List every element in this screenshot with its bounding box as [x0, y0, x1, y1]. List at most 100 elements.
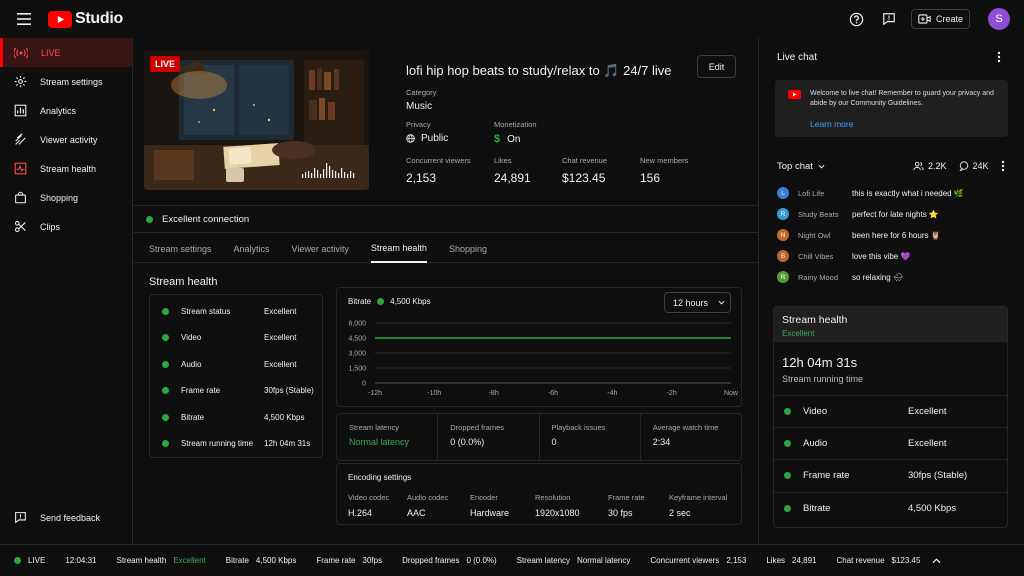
encoding-title: Encoding settings [348, 473, 412, 482]
bitrate-value: 4,500 Kbps [390, 297, 431, 306]
more-options-icon[interactable] [1001, 160, 1005, 172]
help-icon[interactable] [847, 9, 867, 29]
metric-value: 0 [551, 437, 557, 447]
shopping-icon [15, 191, 26, 204]
stream-summary: LIVE lofi hip hop beats to study/relax t… [134, 38, 758, 205]
chat-avatar: L [777, 187, 789, 199]
chat-avatar: N [777, 229, 789, 241]
chevron-up-icon[interactable] [932, 557, 941, 564]
chat-message: L Lofi Life this is exactly what i neede… [777, 187, 964, 199]
status-dot [784, 472, 791, 479]
metric-value: Normal latency [349, 437, 410, 447]
tab-shopping[interactable]: Shopping [449, 234, 487, 263]
create-button[interactable]: Create [910, 9, 970, 29]
more-options-icon[interactable] [997, 51, 1001, 65]
chat-avatar: B [777, 250, 789, 262]
stat-value: $123.45 [562, 171, 606, 185]
app-name: Studio [75, 10, 123, 27]
chat-author: Study Beats [798, 209, 839, 219]
studio-logo[interactable]: Studio [48, 10, 123, 28]
list-item: Video Excellent [774, 395, 1007, 427]
footer-item: Bitrate 4,500 Kbps [226, 556, 297, 565]
encoding-item: Frame rate 30 fps [608, 493, 645, 518]
status-dot [162, 413, 169, 421]
health-value: Excellent [908, 438, 947, 449]
sidebar: LIVE Stream settings Analytics Viewer ac… [0, 38, 133, 544]
time-range-value: 12 hours [673, 297, 709, 308]
gear-icon [14, 75, 27, 88]
health-value: 4,500 Kbps [908, 503, 957, 514]
list-item: Audio Excellent [774, 427, 1007, 459]
message-count-value: 24K [972, 161, 989, 171]
time-range-select[interactable]: 12 hours [664, 292, 731, 313]
tab-stream-health[interactable]: Stream health [370, 234, 427, 263]
footer-value: 2,153 [726, 556, 747, 565]
stat-value: 24,891 [494, 171, 531, 185]
dollar-icon: $ [494, 133, 501, 145]
footer-item: Chat revenue $123.45 [837, 556, 921, 565]
sidebar-item-shopping[interactable]: Shopping [0, 183, 132, 212]
sidebar-item-label: Stream settings [40, 76, 103, 87]
metric-value: 0 (0.0%) [450, 437, 485, 447]
top-chat-dropdown[interactable]: Top chat [777, 161, 825, 172]
status-dot [377, 298, 385, 305]
tab-analytics[interactable]: Analytics [234, 234, 270, 263]
list-item: Video Excellent [150, 325, 322, 352]
health-label: Bitrate [181, 412, 205, 422]
status-dot [162, 360, 169, 368]
health-value: Excellent [908, 406, 947, 417]
sidebar-item-live[interactable]: LIVE [0, 38, 132, 67]
stream-thumbnail[interactable]: LIVE [144, 50, 369, 190]
menu-icon[interactable] [14, 9, 34, 29]
status-dot [162, 334, 169, 342]
chat-bubble-icon [958, 161, 968, 171]
sidebar-item-label: Shopping [40, 192, 79, 203]
sidebar-item-stream-settings[interactable]: Stream settings [0, 67, 132, 96]
footer-live: LIVE [14, 556, 45, 565]
chat-avatar: R [777, 271, 789, 283]
sidebar-item-analytics[interactable]: Analytics [0, 96, 132, 125]
health-label: Bitrate [803, 503, 831, 514]
encoding-label: Frame rate [608, 493, 645, 502]
list-item: Audio Excellent [150, 351, 322, 378]
edit-button[interactable]: Edit [697, 55, 736, 78]
health-label: Stream status [181, 306, 231, 316]
feedback-icon [15, 512, 26, 524]
bitrate-chart: 6,000 4,500 3,000 1,500 0-12h -10h -8h -6h -4h -2… [348, 321, 738, 398]
footer-clock: 12:04:31 [65, 556, 96, 565]
status-dot [14, 557, 21, 564]
live-chat-title: Live chat [777, 52, 818, 63]
stat-label: New members [640, 156, 689, 165]
status-dot [784, 408, 791, 415]
chat-author: Lofi Life [798, 188, 825, 198]
learn-more-link[interactable]: Learn more [810, 119, 853, 129]
tab-stream-settings[interactable]: Stream settings [149, 234, 212, 263]
feedback-icon[interactable] [879, 9, 899, 29]
chat-message: B Chill Vibes love this vibe 💜 [777, 250, 910, 262]
bitrate-label: Bitrate [348, 297, 372, 306]
footer-item: Stream latency Normal latency [517, 556, 631, 565]
y-tick-label: 6,000 [348, 321, 366, 328]
sidebar-item-clips[interactable]: Clips [0, 212, 132, 241]
avatar[interactable]: S [988, 8, 1010, 30]
encoding-value: AAC [407, 508, 426, 518]
chat-text: love this vibe 💜 [852, 251, 911, 261]
encoding-label: Audio codec [407, 493, 449, 502]
status-footer: LIVE 12:04:31 Stream health Excellent Bit… [0, 544, 1024, 576]
tab-viewer-activity[interactable]: Viewer activity [292, 234, 349, 263]
metric-label: Stream latency [349, 423, 400, 432]
privacy-label: Privacy [406, 120, 431, 129]
status-dot [784, 440, 791, 447]
health-value: 4,500 Kbps [264, 412, 305, 422]
sidebar-item-viewer-activity[interactable]: Viewer activity [0, 125, 132, 154]
viewer-count-value: 2.2K [928, 161, 947, 171]
y-tick-label: 0 [362, 381, 366, 388]
chat-author: Rainy Mood [798, 272, 839, 282]
health-label: Audio [181, 359, 202, 369]
health-value: Excellent [264, 333, 297, 343]
metric-item: Stream latency Normal latency [337, 414, 439, 460]
send-feedback-button[interactable]: Send feedback [0, 503, 100, 532]
footer-label: Concurrent viewers [650, 556, 720, 565]
sidebar-item-stream-health[interactable]: Stream health [0, 154, 132, 183]
chat-avatar: R [777, 208, 789, 220]
